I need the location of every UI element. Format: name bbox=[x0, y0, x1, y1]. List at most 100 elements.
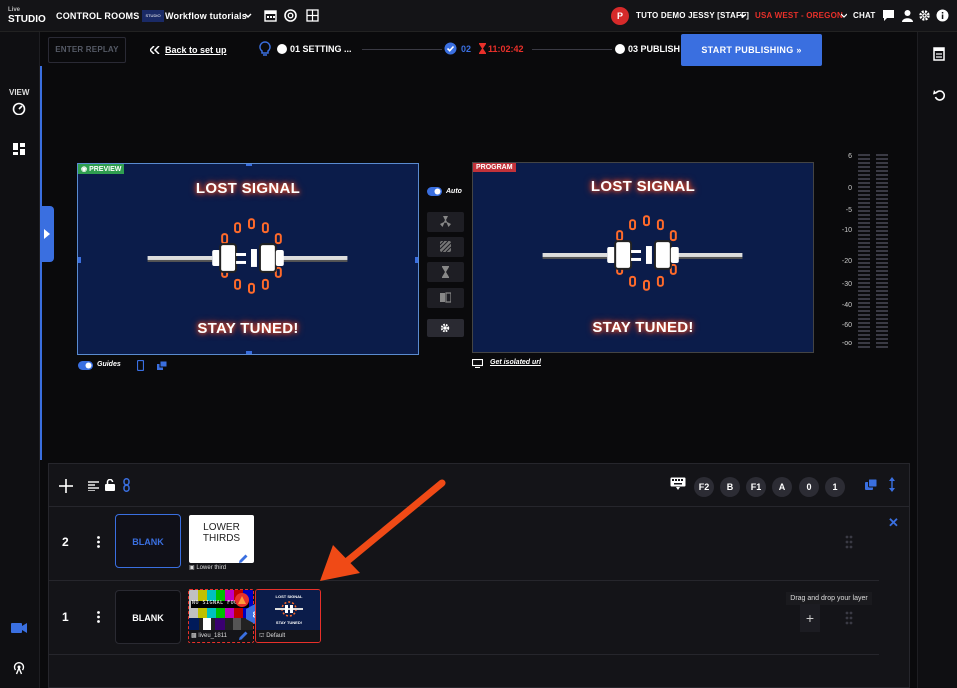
camera-sources-icon[interactable] bbox=[11, 621, 27, 635]
mobile-preview-icon[interactable] bbox=[137, 360, 144, 371]
transition-settings-button[interactable] bbox=[427, 319, 464, 337]
help-lifebuoy-icon[interactable] bbox=[284, 9, 297, 22]
guides-toggle[interactable] bbox=[78, 361, 93, 370]
preview-handle-left[interactable] bbox=[78, 257, 81, 263]
shortcut-0[interactable]: 0 bbox=[799, 477, 819, 497]
expand-panel-tab[interactable] bbox=[40, 206, 54, 262]
double-chevron-right-icon: » bbox=[796, 45, 802, 55]
preview-handle-right[interactable] bbox=[415, 257, 418, 263]
start-publishing-button[interactable]: START PUBLISHING » bbox=[681, 34, 822, 66]
preview-handle-bottom[interactable] bbox=[246, 351, 252, 354]
enter-replay-button[interactable]: ENTER REPLAY bbox=[48, 37, 126, 63]
layer-menu-kebab-icon[interactable] bbox=[97, 611, 100, 623]
layout-grid-icon[interactable] bbox=[13, 143, 25, 155]
warning-icon bbox=[238, 596, 246, 604]
drag-handle-icon[interactable] bbox=[845, 535, 853, 549]
info-icon[interactable] bbox=[936, 9, 949, 22]
expand-vertical-icon[interactable] bbox=[889, 477, 895, 492]
multiview-layout-icon[interactable] bbox=[306, 9, 319, 22]
project-name[interactable]: Workflow tutorials bbox=[165, 11, 247, 21]
view-label[interactable]: VIEW bbox=[9, 88, 29, 97]
transition-pattern-button[interactable] bbox=[427, 237, 464, 257]
shortcut-1[interactable]: 1 bbox=[825, 477, 845, 497]
dashboard-speedometer-icon[interactable] bbox=[12, 101, 26, 115]
align-left-icon[interactable] bbox=[88, 481, 99, 491]
calendar-icon[interactable] bbox=[264, 9, 277, 22]
back-to-setup-link[interactable]: Back to set up bbox=[165, 45, 227, 55]
transition-wipe-button[interactable] bbox=[427, 288, 464, 308]
shortcut-f2[interactable]: F2 bbox=[694, 477, 714, 497]
blank-source-card[interactable]: BLANK bbox=[115, 514, 181, 568]
layer-number: 2 bbox=[62, 535, 69, 549]
default-caption-bar: ⛫ Default bbox=[256, 630, 320, 642]
drag-handle-icon[interactable] bbox=[845, 611, 853, 625]
settings-gear-icon[interactable] bbox=[918, 9, 931, 22]
history-undo-icon[interactable] bbox=[933, 89, 946, 102]
vu-left-channel bbox=[858, 154, 870, 348]
preview-tag-label: PREVIEW bbox=[89, 166, 122, 173]
chain-link-icon[interactable] bbox=[123, 478, 130, 492]
program-stay-tuned-text: STAY TUNED! bbox=[592, 319, 694, 336]
preview-monitor[interactable]: ◉ PREVIEW LOST SIGNAL STAY TUNED! bbox=[77, 163, 419, 355]
step2-label[interactable]: 02 bbox=[461, 44, 471, 54]
chat-bubble-icon[interactable] bbox=[882, 9, 895, 22]
default-caption: Default bbox=[266, 633, 286, 639]
user-chevron-down-icon[interactable] bbox=[740, 13, 746, 19]
annotation-arrow bbox=[320, 479, 446, 581]
right-sidebar bbox=[917, 32, 957, 688]
control-rooms-link[interactable]: CONTROL ROOMS bbox=[56, 11, 139, 21]
pattern-transition-icon bbox=[440, 241, 451, 252]
hourglass-transition-icon bbox=[442, 266, 449, 278]
vu-label: -60 bbox=[841, 322, 852, 329]
get-isolated-url-link[interactable]: Get isolated url bbox=[490, 359, 541, 366]
lost-signal-thumbnail: LOST SIGNAL STAY TUNED! bbox=[256, 590, 320, 630]
lower-third-tag-icon: ▣ bbox=[189, 565, 195, 571]
vu-label: -40 bbox=[841, 302, 852, 309]
shortcut-a[interactable]: A bbox=[772, 477, 792, 497]
transition-fan-button[interactable] bbox=[427, 212, 464, 232]
lost-signal-source-card[interactable]: LOST SIGNAL STAY TUNED! ⛫ Default bbox=[255, 589, 321, 643]
app-logo[interactable]: Live STUDIO bbox=[8, 6, 48, 26]
auto-transition-toggle[interactable] bbox=[427, 187, 442, 196]
layer-menu-kebab-icon[interactable] bbox=[97, 536, 100, 548]
edit-pencil-icon[interactable] bbox=[239, 631, 248, 640]
user-menu[interactable]: TUTO DEMO JESSY [STAFF] bbox=[636, 11, 749, 20]
lower-third-caption: Lower third bbox=[196, 565, 227, 571]
blank-source-card[interactable]: BLANK bbox=[115, 590, 181, 644]
eye-icon: ◉ bbox=[81, 166, 88, 173]
chat-link[interactable]: CHAT bbox=[853, 11, 875, 20]
shortcut-b[interactable]: B bbox=[720, 477, 740, 497]
user-profile-icon[interactable] bbox=[901, 9, 914, 22]
step3-dot bbox=[615, 44, 625, 54]
shortcut-f1[interactable]: F1 bbox=[746, 477, 766, 497]
region-chevron-down-icon[interactable] bbox=[841, 13, 847, 19]
keyboard-shortcuts-icon[interactable] bbox=[670, 477, 686, 490]
copy-layers-icon[interactable] bbox=[157, 361, 167, 370]
top-bar: Live STUDIO CONTROL ROOMS STUDIO Workflo… bbox=[0, 0, 957, 32]
duplicate-layers-icon[interactable] bbox=[865, 479, 877, 490]
close-panel-icon[interactable]: ✕ bbox=[888, 515, 899, 531]
project-chevron-down-icon[interactable] bbox=[244, 12, 252, 20]
lightbulb-hint-icon[interactable] bbox=[259, 41, 271, 57]
program-monitor[interactable]: PROGRAM LOST SIGNAL STAY TUNED! bbox=[472, 162, 814, 353]
lower-third-caption-bar: ▣ Lower third bbox=[189, 563, 254, 573]
add-layer-plus-icon[interactable] bbox=[59, 479, 73, 493]
user-avatar[interactable]: P bbox=[611, 7, 629, 25]
transition-gear-icon bbox=[440, 323, 450, 333]
double-chevron-left-icon bbox=[150, 46, 160, 54]
step3-label[interactable]: 03 PUBLISH bbox=[628, 44, 680, 54]
live-timer: 11:02:42 bbox=[488, 44, 524, 54]
step1-label[interactable]: 01 SETTING ... bbox=[290, 44, 352, 54]
lock-unlocked-icon[interactable] bbox=[105, 479, 115, 491]
preview-handle-top[interactable] bbox=[246, 164, 252, 166]
broadcast-antenna-icon[interactable] bbox=[12, 661, 26, 675]
edit-pencil-icon[interactable] bbox=[239, 554, 248, 563]
drag-drop-tooltip: Drag and drop your layer bbox=[786, 592, 872, 605]
notes-document-icon[interactable] bbox=[933, 47, 945, 61]
add-source-plus-button[interactable]: + bbox=[800, 604, 820, 632]
step2-check-icon bbox=[444, 42, 457, 55]
guides-label: Guides bbox=[97, 361, 121, 368]
transition-hourglass-button[interactable] bbox=[427, 262, 464, 282]
vu-label: -5 bbox=[845, 207, 852, 214]
region-selector[interactable]: USA WEST - OREGON bbox=[755, 11, 843, 20]
